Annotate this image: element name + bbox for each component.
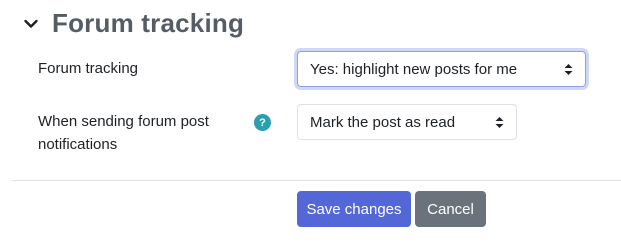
sort-icon [494, 115, 504, 129]
post-notifications-label-line2: notifications [38, 136, 118, 153]
divider [12, 180, 621, 181]
question-circle-icon[interactable]: ? [254, 114, 271, 131]
post-notifications-label-line1: When sending forum post [38, 113, 209, 130]
post-notifications-select[interactable]: Mark the post as read [297, 104, 517, 140]
forum-tracking-section: Forum tracking Forum tracking Yes: highl… [0, 0, 621, 244]
sort-icon [563, 62, 573, 76]
post-notifications-select-value: Mark the post as read [310, 113, 456, 131]
cancel-button[interactable]: Cancel [415, 191, 486, 227]
forum-tracking-select[interactable]: Yes: highlight new posts for me [297, 51, 586, 87]
section-header[interactable]: Forum tracking [22, 8, 244, 39]
forum-tracking-select-value: Yes: highlight new posts for me [310, 60, 518, 78]
chevron-down-icon[interactable] [22, 15, 40, 33]
forum-tracking-label: Forum tracking [38, 60, 139, 77]
section-title: Forum tracking [52, 8, 245, 38]
save-changes-button[interactable]: Save changes [297, 191, 411, 227]
